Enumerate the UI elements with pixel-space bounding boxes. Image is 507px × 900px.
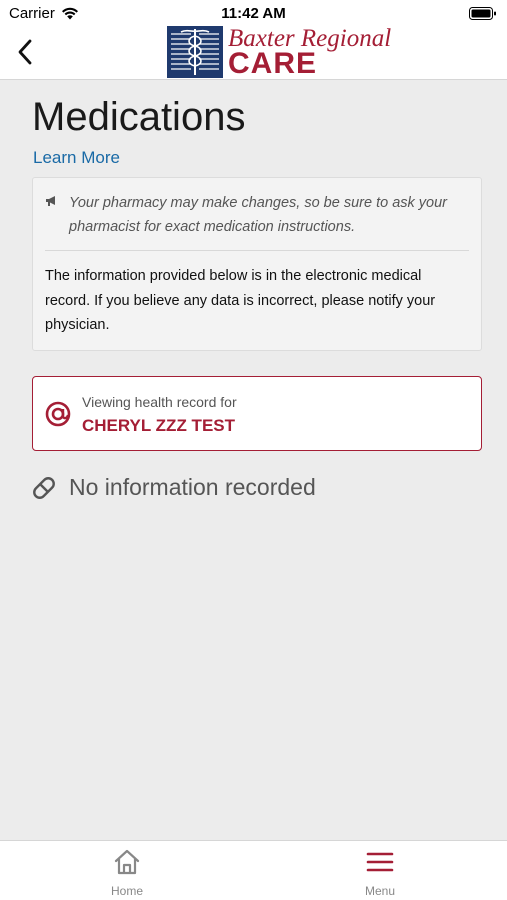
app-header: Baxter Regional CARE xyxy=(0,26,507,80)
logo-line2: CARE xyxy=(228,46,318,80)
caduceus-icon xyxy=(167,26,223,78)
main-content: Medications Learn More Your pharmacy may… xyxy=(0,80,507,840)
health-record-card: Viewing health record for CHERYL ZZZ TES… xyxy=(32,376,482,451)
learn-more-link[interactable]: Learn More xyxy=(33,148,120,168)
status-bar: Carrier 11:42 AM xyxy=(0,0,507,26)
empty-state-text: No information recorded xyxy=(69,474,316,500)
pharmacy-note-text: Your pharmacy may make changes, so be su… xyxy=(69,195,447,235)
nav-menu[interactable]: Menu xyxy=(340,849,420,898)
megaphone-icon xyxy=(46,196,55,206)
at-sign-icon xyxy=(45,401,71,427)
battery-icon xyxy=(469,7,496,20)
patient-name: CHERYL ZZZ TEST xyxy=(82,416,235,435)
back-button[interactable] xyxy=(10,36,40,68)
hamburger-menu-icon xyxy=(366,852,394,872)
bottom-nav: Home Menu xyxy=(0,840,507,900)
nav-home-label: Home xyxy=(110,884,143,898)
home-icon xyxy=(114,849,140,875)
info-box: Your pharmacy may make changes, so be su… xyxy=(32,177,482,351)
record-disclaimer-text: The information provided below is in the… xyxy=(45,268,436,333)
pharmacy-note: Your pharmacy may make changes, so be su… xyxy=(45,191,469,251)
empty-state: No information recorded xyxy=(31,474,316,501)
page-title: Medications xyxy=(32,95,246,139)
chevron-left-icon xyxy=(18,39,32,65)
clock: 11:42 AM xyxy=(221,5,286,22)
brand-logo: Baxter Regional CARE xyxy=(167,26,391,78)
pill-icon xyxy=(33,476,55,499)
record-label: Viewing health record for xyxy=(82,394,237,410)
nav-menu-label: Menu xyxy=(364,884,396,898)
nav-home[interactable]: Home xyxy=(87,849,167,898)
